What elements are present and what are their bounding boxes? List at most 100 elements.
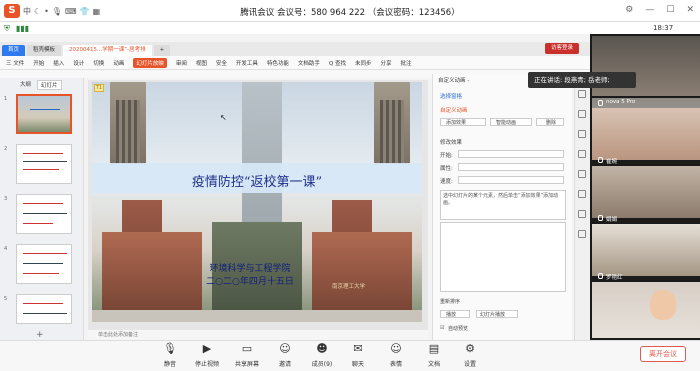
video-tile[interactable] [592,108,700,160]
emoji-label: 表情 [389,361,402,368]
ime-mode-label[interactable]: 中 [23,6,31,17]
speaking-indicator: 正在讲话: 段燕青; 岳老师; [528,72,636,88]
tool-icon[interactable] [578,110,586,118]
selection-pane-link[interactable]: 选择窗格 [440,92,462,100]
tab-template[interactable]: 稻壳模板 [27,45,62,56]
autopreview-label: 自动预览 [448,326,469,332]
slide-thumbnail[interactable] [16,194,72,234]
autopreview-checkbox[interactable]: ☑ [440,325,444,331]
tool-icon[interactable] [578,170,586,178]
menu-home[interactable]: 开始 [33,59,44,67]
animation-hint: 选中幻灯片的某个元素，然后单击“添加效果”添加动画。 [440,190,566,220]
tool-icon[interactable] [578,130,586,138]
right-gate-wall [312,232,412,310]
chat-button[interactable]: ✉ 聊天 [338,343,378,369]
play-label: 播放 [446,312,457,318]
tab-home[interactable]: 首页 [2,45,26,56]
tab-document[interactable]: 20200415...学期一课”-居考排 [63,45,152,56]
menu-file[interactable]: 三 文件 [6,59,24,67]
menu-design[interactable]: 设计 [73,59,84,67]
slide-number: 2 [4,146,8,152]
add-slide-icon[interactable]: + [36,330,44,340]
notes-placeholder[interactable]: 单击此处添加备注 [88,330,428,340]
slide-number: 4 [4,246,8,252]
tool-icon[interactable] [578,210,586,218]
animation-list[interactable] [440,222,566,292]
slide-thumbnail[interactable] [16,94,72,134]
stop-video-button[interactable]: ▶ 停止视频 [187,343,227,369]
slideshow-label: 幻灯片播放 [480,312,506,318]
add-effect-label: 添加效果 [446,120,467,126]
minimize-icon[interactable]: — [645,5,654,15]
settings-icon: ⚙ [465,342,475,355]
mic-icon[interactable]: 🎙 [52,7,62,16]
document-button[interactable]: ▤ 文档 [414,343,454,369]
panel-header[interactable]: 自定义动画 - [438,76,469,84]
slide-number: 3 [4,196,8,202]
microphone-icon [598,157,603,163]
start-select[interactable] [458,150,564,158]
speed-label: 速度: [440,179,453,185]
menu-transition[interactable]: 切换 [93,59,104,67]
property-label: 属性: [440,166,453,172]
input-method-toolbar[interactable]: S 中 ☾ • 🎙 ⌨ 👕 ▦ [4,3,100,19]
sogou-logo-icon[interactable]: S [4,4,20,18]
ground [92,310,422,322]
speed-select[interactable] [458,176,564,184]
moon-icon[interactable]: ☾ [34,7,41,16]
tool-icon[interactable] [578,230,586,238]
grid-icon[interactable]: ▦ [93,7,101,16]
menu-features[interactable]: 特色功能 [267,59,289,67]
clock: 18:37 [653,24,674,32]
tool-icon[interactable] [578,190,586,198]
menu-security[interactable]: 安全 [216,59,227,67]
menu-insert[interactable]: 插入 [53,59,64,67]
document-tabs: 首页 稻壳模板 20200415...学期一课”-居考排 + [0,42,590,56]
tab-slides[interactable]: 幻灯片 [37,80,62,90]
menu-view[interactable]: 视图 [196,59,207,67]
stop-video-label: 停止视频 [194,361,219,368]
menu-sync[interactable]: 未同步 [355,59,372,67]
menu-share[interactable]: 分享 [381,59,392,67]
right-tower-windows [380,100,404,164]
menu-devtools[interactable]: 开发工具 [236,59,258,67]
thumb-line [23,303,63,305]
dot-icon[interactable]: • [44,7,49,16]
members-icon: ☻ [316,342,328,355]
property-select[interactable] [458,163,564,171]
menu-search[interactable]: Q 查找 [329,59,346,67]
leave-meeting-button[interactable]: 离开会议 [640,346,686,362]
keyboard-icon[interactable]: ⌨ [65,7,77,16]
settings-icon[interactable]: ⚙ [625,5,633,15]
thumb-line [23,313,67,315]
settings-button[interactable]: ⚙ 设置 [450,342,490,369]
shirt-icon[interactable]: 👕 [80,7,90,16]
slide-thumbnail[interactable] [16,244,72,284]
thumb-line [23,253,67,255]
members-button[interactable]: ☻ 成员(9) [302,342,342,369]
video-tile[interactable] [592,282,700,338]
slide-thumbnail[interactable] [16,294,72,324]
login-button[interactable]: 访客登录 [545,43,579,54]
tab-outline[interactable]: 大纲 [20,80,31,90]
tool-icon[interactable] [578,150,586,158]
menu-comment[interactable]: 批注 [401,59,412,67]
invite-button[interactable]: ☺ 邀请 [265,343,305,369]
thumb-title-line [30,109,60,111]
menu-review[interactable]: 审阅 [176,59,187,67]
emoji-button[interactable]: ☺ 表情 [376,343,416,369]
video-tile[interactable] [592,224,700,276]
menu-slideshow[interactable]: 幻灯片放映 [133,57,167,68]
new-tab-button[interactable]: + [153,45,171,56]
slide-thumbnail[interactable] [16,144,72,184]
share-screen-button[interactable]: ▭ 共享屏幕 [227,343,267,369]
slide-number: 1 [4,96,8,102]
tool-icon[interactable] [578,90,586,98]
menu-assistant[interactable]: 文档助手 [298,59,320,67]
menu-animation[interactable]: 动画 [113,59,124,67]
video-tile[interactable] [592,166,700,218]
mute-button[interactable]: 🎙 静音 [150,343,190,369]
close-icon[interactable]: ✕ [686,5,694,15]
maximize-icon[interactable]: ☐ [666,5,674,15]
thumb-line [23,203,63,205]
